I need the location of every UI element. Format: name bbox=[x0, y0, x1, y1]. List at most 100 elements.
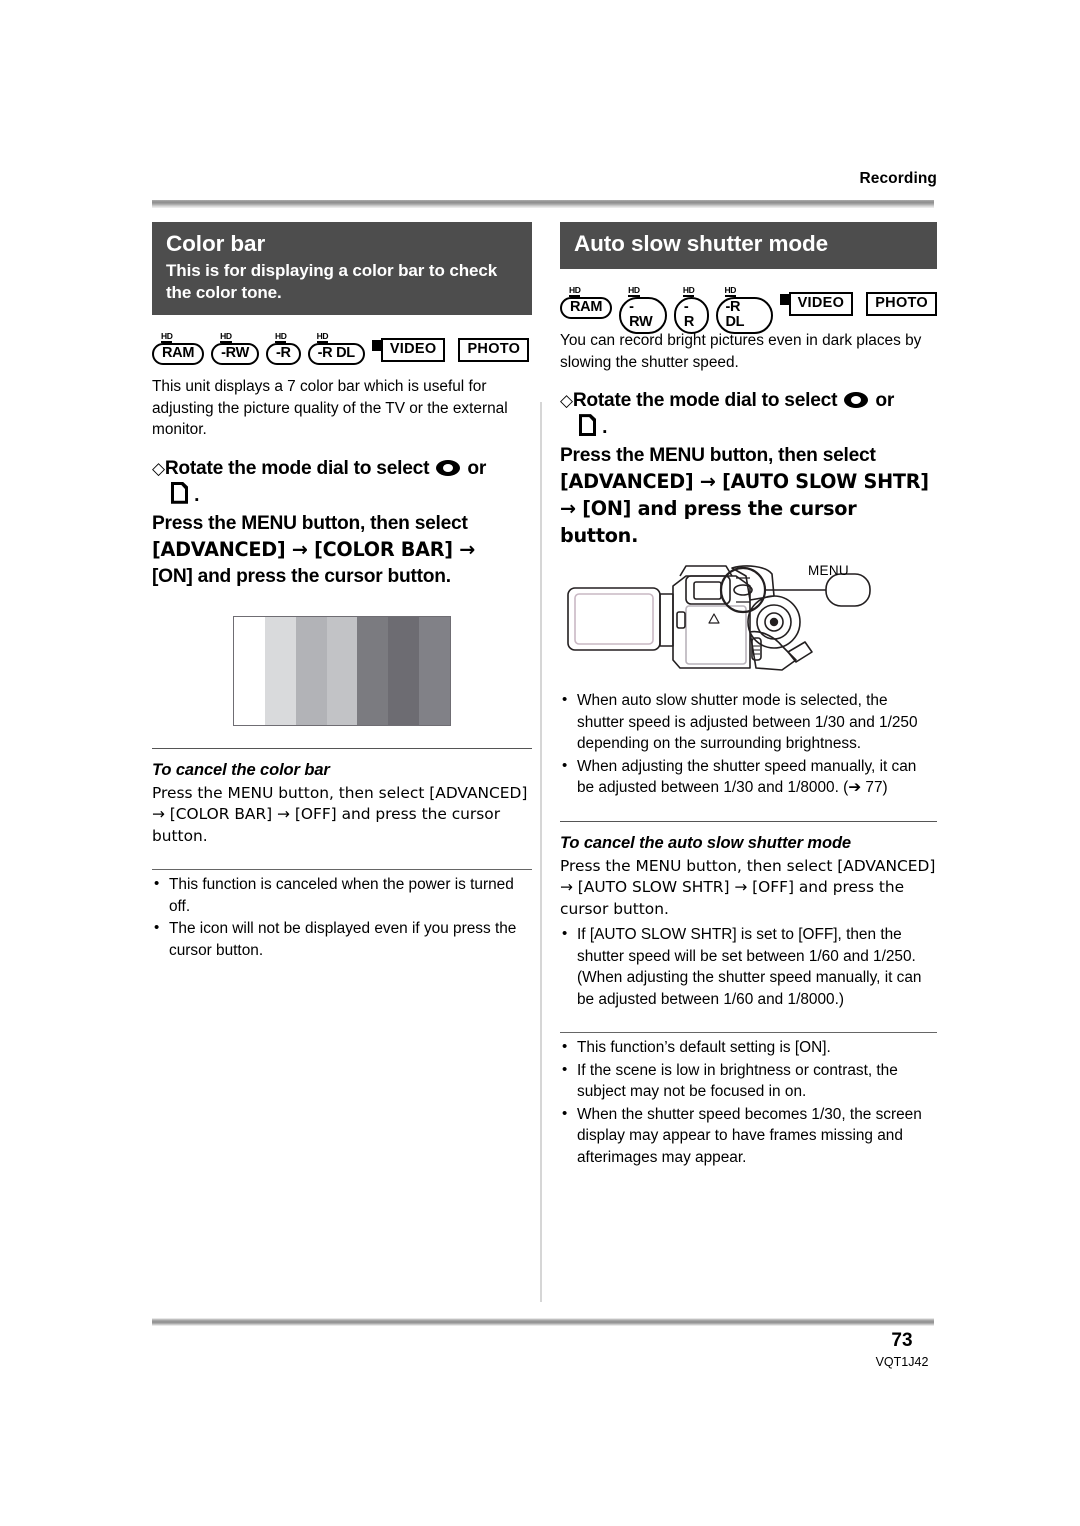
right-cancel-heading: To cancel the auto slow shutter mode bbox=[560, 833, 851, 852]
list-item: If [AUTO SLOW SHTR] is set to [OFF], the… bbox=[560, 923, 937, 1010]
camcorder-figure: MENU bbox=[560, 560, 937, 686]
hd-badge-label: HD bbox=[724, 285, 736, 298]
color-bar-segment bbox=[419, 616, 451, 725]
left-column: Color bar This is for displaying a color… bbox=[152, 222, 532, 961]
left-step-menu: Press the MENU button, then select [ADVA… bbox=[152, 511, 532, 590]
color-bar-segment bbox=[388, 616, 420, 725]
left-cancel-heading: To cancel the color bar bbox=[152, 760, 330, 779]
left-step-menu-line3: [ON] and press the cursor button. bbox=[152, 565, 451, 587]
video-label: VIDEO bbox=[788, 292, 854, 317]
left-section-title: Color bar bbox=[166, 231, 266, 256]
photo-mode-icon: PHOTO bbox=[458, 338, 530, 363]
hd-r-dl-label: -R DL bbox=[307, 343, 365, 366]
right-cancel-note-list: If [AUTO SLOW SHTR] is set to [OFF], the… bbox=[560, 923, 937, 1010]
color-bar-segment bbox=[357, 616, 389, 725]
right-step-dial-or: or bbox=[875, 390, 895, 412]
color-bar-segment bbox=[326, 616, 358, 725]
right-step-menu-line1: Press the MENU button, then select bbox=[560, 445, 876, 467]
hd-rw-label: -RW bbox=[619, 297, 667, 335]
hd-r-label: -R bbox=[265, 343, 301, 366]
color-bar-figure bbox=[152, 615, 532, 726]
right-step-menu-line3: → [ON] and press the cursor button. bbox=[560, 497, 857, 548]
video-label: VIDEO bbox=[380, 338, 446, 363]
right-step-dial-text: Rotate the mode dial to select bbox=[572, 390, 838, 412]
hd-rw-icon: HD -RW bbox=[619, 285, 667, 335]
hd-badge-label: HD bbox=[161, 331, 173, 344]
hd-rw-icon: HD -RW bbox=[211, 331, 259, 366]
right-cancel-body: Press the MENU button, then select [ADVA… bbox=[560, 856, 936, 918]
right-media-icon-row: HD RAM HD -RW HD -R HD -R DL VIDEO PHOTO bbox=[560, 285, 937, 335]
photo-label: PHOTO bbox=[866, 292, 937, 317]
camcorder-illustration bbox=[567, 565, 871, 671]
left-media-icon-row: HD RAM HD -RW HD -R HD -R DL VIDEO PHOTO bbox=[152, 331, 532, 366]
list-item: When the shutter speed becomes 1/30, the… bbox=[560, 1103, 937, 1169]
color-bar-graphic bbox=[233, 615, 451, 726]
left-intro-text: This unit displays a 7 color bar which i… bbox=[152, 378, 508, 439]
left-step-dial-text: Rotate the mode dial to select bbox=[164, 457, 430, 479]
hd-ram-label: RAM bbox=[152, 343, 205, 366]
hd-badge-label: HD bbox=[316, 331, 329, 344]
right-step-menu: Press the MENU button, then select [ADVA… bbox=[560, 443, 937, 550]
page-number: 73 bbox=[891, 1330, 913, 1351]
record-mode-dial-icon bbox=[436, 459, 461, 476]
right-notes-bottom-list: This function’s default setting is [ON].… bbox=[560, 1036, 937, 1169]
hd-badge-label: HD bbox=[682, 285, 695, 298]
color-bar-segment bbox=[264, 616, 296, 725]
left-rule-2 bbox=[152, 869, 532, 871]
color-bar-segment bbox=[295, 616, 327, 725]
right-step-dial: ◇Rotate the mode dial to select or . bbox=[560, 388, 937, 441]
right-column: Auto slow shutter mode HD RAM HD -RW HD … bbox=[560, 222, 937, 1168]
right-step-menu-line2: [ADVANCED] → [AUTO SLOW SHTR] bbox=[560, 470, 929, 494]
list-item: The icon will not be displayed even if y… bbox=[152, 917, 532, 961]
right-section-title: Auto slow shutter mode bbox=[574, 231, 829, 256]
record-mode-dial-icon bbox=[844, 392, 869, 409]
hd-badge-label: HD bbox=[274, 331, 287, 344]
right-rule-1 bbox=[560, 820, 937, 822]
hd-rw-label: -RW bbox=[211, 343, 259, 366]
hd-badge-label: HD bbox=[628, 285, 640, 298]
hd-r-dl-icon: HD -R DL bbox=[307, 331, 365, 366]
hd-badge-label: HD bbox=[569, 285, 581, 298]
photo-label: PHOTO bbox=[458, 338, 530, 363]
hd-r-icon: HD -R bbox=[265, 331, 301, 366]
header-rule bbox=[152, 198, 934, 208]
video-mode-icon: VIDEO bbox=[779, 292, 854, 317]
diamond-icon: ◇ bbox=[560, 391, 573, 411]
photo-mode-icon: PHOTO bbox=[866, 292, 937, 317]
left-rule-1 bbox=[152, 747, 532, 749]
manual-page: Recording Color bar This is for displayi… bbox=[0, 0, 1080, 1526]
list-item: This function is canceled when the power… bbox=[152, 873, 532, 917]
left-step-dial: ◇Rotate the mode dial to select or . bbox=[152, 456, 532, 509]
left-step-menu-line1: Press the MENU button, then select bbox=[152, 512, 468, 534]
document-code: VQT1J42 bbox=[875, 1355, 929, 1369]
right-intro-text: You can record bright pictures even in d… bbox=[560, 332, 922, 371]
video-mode-icon: VIDEO bbox=[371, 338, 446, 363]
hd-r-label: -R bbox=[673, 297, 709, 335]
column-divider bbox=[540, 402, 542, 1302]
left-section-subtitle: This is for displaying a color bar to ch… bbox=[166, 261, 498, 303]
left-section-banner: Color bar This is for displaying a color… bbox=[152, 222, 532, 316]
menu-callout-label: MENU bbox=[808, 563, 849, 579]
left-notes-list: This function is canceled when the power… bbox=[152, 873, 532, 961]
hd-badge-label: HD bbox=[220, 331, 232, 344]
right-rule-2 bbox=[560, 1032, 937, 1034]
page-header-section-label: Recording bbox=[859, 170, 937, 187]
footer-rule bbox=[152, 1318, 934, 1326]
hd-ram-label: RAM bbox=[560, 297, 613, 320]
left-cancel-body: Press the MENU button, then select [ADVA… bbox=[152, 783, 528, 845]
right-section-banner: Auto slow shutter mode bbox=[560, 222, 937, 270]
left-step-dial-period: . bbox=[194, 484, 200, 506]
card-mode-dial-icon bbox=[579, 414, 596, 437]
list-item: When adjusting the shutter speed manuall… bbox=[560, 755, 937, 799]
list-item: If the scene is low in brightness or con… bbox=[560, 1059, 937, 1103]
hd-r-dl-label: -R DL bbox=[715, 297, 773, 335]
card-mode-dial-icon bbox=[171, 481, 188, 504]
left-step-menu-line2: [ADVANCED] → [COLOR BAR] → bbox=[152, 537, 476, 561]
hd-r-dl-icon: HD -R DL bbox=[715, 285, 773, 335]
hd-ram-icon: HD RAM bbox=[152, 331, 205, 366]
right-notes-top-list: When auto slow shutter mode is selected,… bbox=[560, 689, 937, 799]
list-item: When auto slow shutter mode is selected,… bbox=[560, 689, 937, 755]
list-item: This function’s default setting is [ON]. bbox=[560, 1036, 937, 1059]
hd-ram-icon: HD RAM bbox=[560, 285, 613, 320]
color-bar-segment bbox=[234, 616, 265, 725]
